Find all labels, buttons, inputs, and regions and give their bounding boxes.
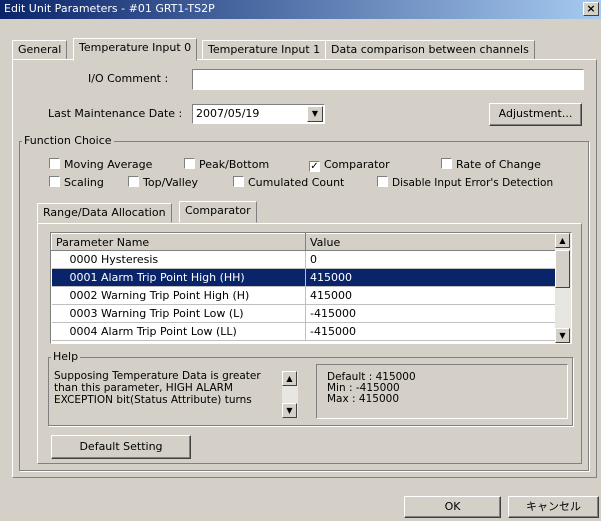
default-setting-button[interactable]: Default Setting: [51, 435, 191, 459]
help-text-line: EXCEPTION bit(Status Attribute) turns: [54, 394, 252, 406]
subtab-comparator[interactable]: Comparator: [179, 201, 257, 223]
subtab-range-data-allocation[interactable]: Range/Data Allocation: [37, 203, 172, 223]
checkbox-box: [184, 158, 195, 169]
ok-button[interactable]: OK: [404, 496, 501, 518]
checkbox-disable-input-error[interactable]: Disable Input Error's Detection: [377, 176, 553, 189]
help-title: Help: [51, 350, 81, 363]
table-row[interactable]: 0003 Warning Trip Point Low (L) -415000: [51, 304, 556, 323]
tab-temperature-input-0[interactable]: Temperature Input 0: [73, 38, 198, 61]
checkbox-box: [377, 176, 388, 187]
tab-data-comparison[interactable]: Data comparison between channels: [325, 40, 535, 60]
checkbox-label: Comparator: [324, 158, 390, 171]
checkbox-box: [441, 158, 452, 169]
help-scrollbar[interactable]: ▲ ▼: [282, 371, 298, 418]
help-scroll-up-icon[interactable]: ▲: [282, 371, 297, 386]
checkbox-moving-average[interactable]: Moving Average: [49, 158, 152, 171]
maintenance-date-label: Last Maintenance Date :: [48, 107, 183, 120]
table-row-selected[interactable]: 0001 Alarm Trip Point High (HH) 415000: [51, 268, 556, 287]
table-row[interactable]: 0002 Warning Trip Point High (H) 415000: [51, 286, 556, 305]
checkbox-label: Scaling: [64, 176, 104, 189]
table-row[interactable]: 0004 Alarm Trip Point Low (LL) -415000: [51, 322, 556, 341]
cancel-button[interactable]: キャンセル: [508, 496, 599, 518]
function-choice-title: Function Choice: [22, 134, 114, 147]
checkbox-label: Cumulated Count: [248, 176, 345, 189]
checkbox-top-valley[interactable]: Top/Valley: [128, 176, 198, 189]
param-name-cell: 0002 Warning Trip Point High (H): [51, 286, 306, 305]
help-text: Supposing Temperature Data is greater th…: [54, 370, 274, 406]
checkbox-label: Top/Valley: [143, 176, 199, 189]
checkbox-box: [49, 176, 60, 187]
checkbox-label: Peak/Bottom: [199, 158, 270, 171]
column-header-value[interactable]: Value: [305, 233, 556, 251]
parameter-table: Parameter Name Value 0000 Hysteresis 0 0…: [50, 232, 572, 344]
io-comment-input[interactable]: [192, 69, 584, 90]
max-value-text: Max : 415000: [327, 393, 400, 405]
column-header-parameter-name[interactable]: Parameter Name: [51, 233, 306, 251]
date-dropdown-icon[interactable]: ▼: [307, 106, 323, 122]
help-range-box: Default : 415000 Min : -415000 Max : 415…: [316, 364, 568, 419]
param-name-cell: 0004 Alarm Trip Point Low (LL): [51, 322, 306, 341]
checkbox-comparator[interactable]: ✓ Comparator: [309, 158, 390, 172]
param-value-cell[interactable]: -415000: [305, 304, 556, 323]
checkbox-box: [49, 158, 60, 169]
check-icon: ✓: [309, 161, 320, 172]
scroll-down-icon[interactable]: ▼: [555, 328, 570, 343]
tab-general[interactable]: General: [12, 40, 68, 60]
io-comment-label: I/O Comment :: [88, 72, 169, 85]
checkbox-cumulated-count[interactable]: Cumulated Count: [233, 176, 344, 189]
checkbox-box: [233, 176, 244, 187]
close-button[interactable]: ×: [583, 2, 599, 16]
param-value-cell[interactable]: 0: [305, 250, 556, 269]
title-bar: Edit Unit Parameters - #01 GRT1-TS2P ×: [0, 0, 601, 19]
param-name-cell: 0000 Hysteresis: [51, 250, 306, 269]
param-value-cell[interactable]: 415000: [305, 268, 556, 287]
param-value-cell[interactable]: -415000: [305, 322, 556, 341]
param-name-cell: 0001 Alarm Trip Point High (HH): [51, 268, 306, 287]
help-text-line: Supposing Temperature Data is greater: [54, 370, 261, 382]
help-text-line: than this parameter, HIGH ALARM: [54, 382, 233, 394]
window-title: Edit Unit Parameters - #01 GRT1-TS2P: [4, 2, 215, 15]
checkbox-label: Moving Average: [64, 158, 153, 171]
adjustment-button[interactable]: Adjustment...: [489, 103, 582, 126]
maintenance-date-value: 2007/05/19: [196, 107, 260, 120]
checkbox-label: Disable Input Error's Detection: [392, 177, 554, 189]
maintenance-date-field[interactable]: 2007/05/19 ▼: [192, 104, 325, 124]
tab-temperature-input-1[interactable]: Temperature Input 1: [202, 40, 327, 60]
param-value-cell[interactable]: 415000: [305, 286, 556, 305]
checkbox-scaling[interactable]: Scaling: [49, 176, 104, 189]
param-name-cell: 0003 Warning Trip Point Low (L): [51, 304, 306, 323]
scroll-thumb[interactable]: [555, 250, 570, 288]
checkbox-box: [128, 176, 139, 187]
scroll-up-icon[interactable]: ▲: [555, 233, 570, 248]
checkbox-rate-of-change[interactable]: Rate of Change: [441, 158, 541, 171]
checkbox-label: Rate of Change: [456, 158, 541, 171]
checkbox-peak-bottom[interactable]: Peak/Bottom: [184, 158, 269, 171]
table-row[interactable]: 0000 Hysteresis 0: [51, 250, 556, 269]
help-scroll-down-icon[interactable]: ▼: [282, 403, 297, 418]
table-scrollbar[interactable]: ▲ ▼: [555, 233, 571, 343]
